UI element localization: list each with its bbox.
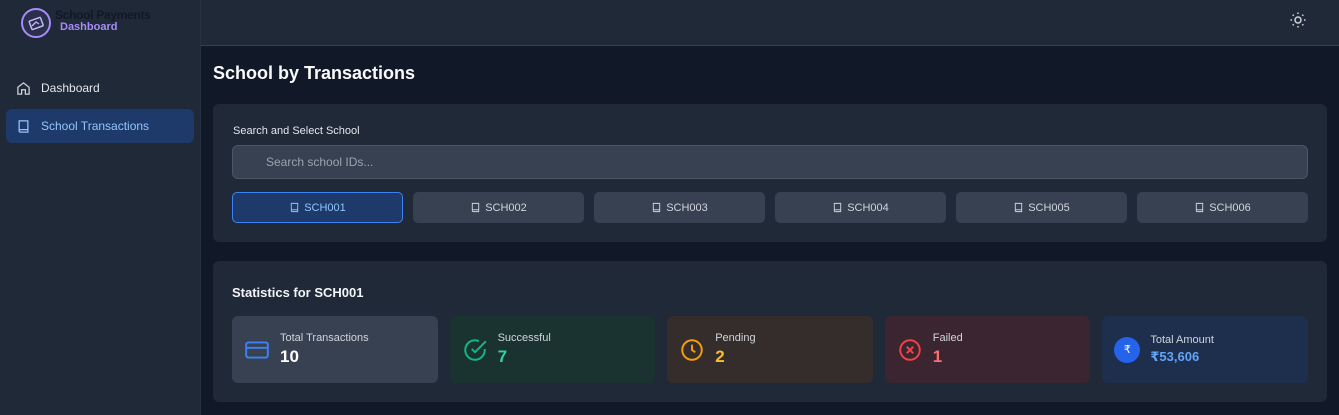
stat-label: Failed [932, 332, 963, 344]
statistics-card: Statistics for SCH001 Total Transactions… [213, 261, 1327, 402]
x-circle-icon [899, 338, 921, 361]
sidebar-item-dashboard[interactable]: Dashboard [6, 71, 194, 105]
brand-subtitle: Dashboard [60, 21, 118, 33]
school-button-sch006[interactable]: SCH006 [1137, 192, 1308, 223]
school-button-sch002[interactable]: SCH002 [413, 192, 584, 223]
stat-total-transactions: Total Transactions 10 [232, 316, 438, 383]
school-button-label: SCH004 [847, 201, 889, 214]
sidebar-item-label: Dashboard [41, 81, 100, 95]
stat-value: 7 [497, 347, 508, 366]
page-title: School by Transactions [213, 63, 416, 83]
credit-card-icon [245, 340, 269, 359]
statistics-title: Statistics for SCH001 [232, 285, 364, 300]
sidebar-nav: Dashboard School Transactions [0, 45, 200, 143]
check-circle-icon [463, 338, 487, 361]
book-icon [291, 202, 299, 213]
brand-title: School Payments [55, 8, 151, 22]
school-button-sch005[interactable]: SCH005 [956, 192, 1127, 223]
school-button-label: SCH001 [304, 201, 346, 214]
brand[interactable]: School Payments Dashboard [0, 0, 200, 45]
stat-label: Total Transactions [280, 332, 369, 344]
search-label: Search and Select School [233, 125, 360, 137]
school-button-row: SCH001 SCH002 SCH003 SCH004 SCH005 SCH00… [232, 192, 1308, 223]
stat-label: Successful [497, 332, 551, 344]
school-button-label: SCH006 [1209, 201, 1251, 214]
stat-row: Total Transactions 10 Successful 7 Pendi… [232, 316, 1308, 383]
school-search-card: Search and Select School SCH001 SCH002 S… [213, 104, 1327, 242]
stat-pending: Pending 2 [667, 316, 873, 383]
topbar [201, 0, 1339, 46]
school-button-sch004[interactable]: SCH004 [775, 192, 946, 223]
stat-value: ₹53,606 [1150, 349, 1200, 364]
theme-toggle-button[interactable] [1289, 11, 1307, 29]
book-icon [472, 202, 480, 213]
logo-icon [21, 7, 51, 38]
sidebar-item-school-transactions[interactable]: School Transactions [6, 109, 194, 143]
search-input[interactable] [232, 145, 1308, 179]
rupee-icon: ₹ [1114, 336, 1141, 363]
stat-label: Total Amount [1150, 334, 1214, 346]
sun-icon [1290, 12, 1306, 28]
school-button-sch001[interactable]: SCH001 [232, 192, 403, 223]
book-icon [834, 202, 842, 213]
book-icon [1196, 202, 1204, 213]
stat-label: Pending [715, 332, 756, 344]
sidebar: School Payments Dashboard Dashboard Scho… [0, 0, 201, 415]
clock-icon [681, 338, 703, 361]
school-button-sch003[interactable]: SCH003 [594, 192, 765, 223]
school-button-label: SCH005 [1028, 201, 1070, 214]
school-button-label: SCH003 [666, 201, 708, 214]
stat-value: 10 [280, 347, 299, 366]
stat-failed: Failed 1 [884, 316, 1091, 383]
book-icon [653, 202, 661, 213]
stat-value: 1 [932, 347, 943, 366]
book-icon [18, 119, 29, 133]
school-button-label: SCH002 [485, 201, 527, 214]
stat-successful: Successful 7 [449, 316, 656, 383]
book-icon [1015, 202, 1023, 213]
stat-value: 2 [715, 347, 725, 366]
main-content: School by Transactions Search and Select… [201, 46, 1339, 415]
sidebar-item-label: School Transactions [41, 119, 150, 133]
home-icon [17, 81, 30, 95]
stat-total-amount: ₹ Total Amount ₹53,606 [1102, 316, 1308, 383]
